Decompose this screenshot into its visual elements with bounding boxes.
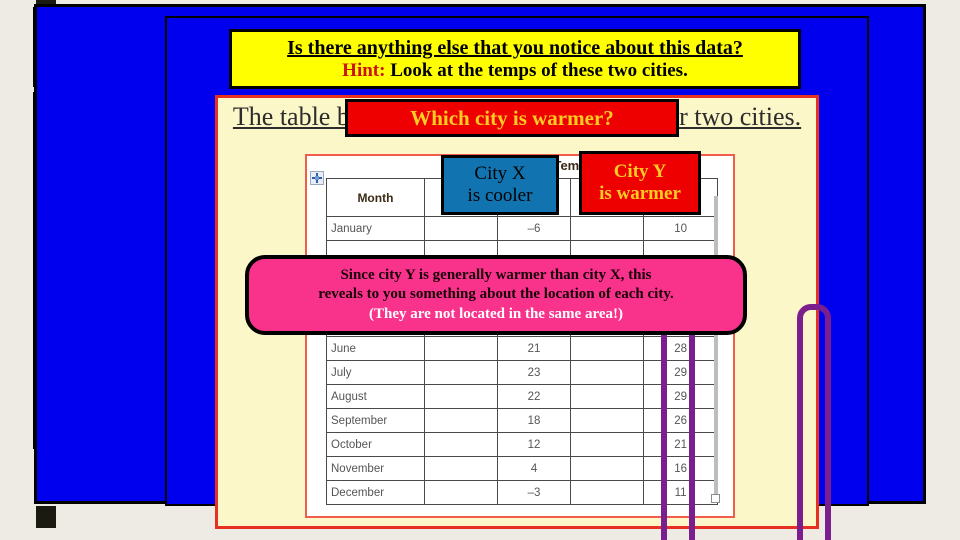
cell-city-y: 29	[643, 384, 718, 409]
cell-month: October	[326, 432, 425, 457]
cell-spacer	[423, 216, 498, 241]
cell-city-y: 10	[643, 216, 718, 241]
table-row: July 23 29	[326, 360, 718, 385]
cell-spacer	[570, 432, 645, 457]
callout-city-x: City X is cooler	[441, 155, 559, 215]
cell-spacer	[423, 360, 498, 385]
callout-city-y-line2: is warmer	[599, 183, 681, 204]
cell-city-y: 11	[643, 480, 718, 505]
slide-frame: (2) Look at the way the data is displaye…	[34, 4, 926, 540]
move-handle-icon[interactable]	[310, 171, 324, 185]
cell-spacer	[570, 480, 645, 505]
hint-label: Hint:	[342, 59, 386, 81]
hint-text: Look at the temps of these two cities.	[390, 59, 688, 81]
cell-city-y: 21	[643, 432, 718, 457]
cell-month: December	[326, 480, 425, 505]
cell-city-x: 21	[496, 336, 572, 361]
cell-city-x: 12	[496, 432, 572, 457]
conclusion-callout: Since city Y is generally warmer than ci…	[245, 255, 747, 335]
cell-city-y: 16	[643, 456, 718, 481]
callout-city-x-line2: is cooler	[467, 185, 533, 206]
cell-city-x: 18	[496, 408, 572, 433]
notice-question-text: Is there anything else that you notice a…	[287, 36, 743, 59]
callout-city-y: City Y is warmer	[579, 151, 701, 215]
cell-spacer	[570, 456, 645, 481]
table-row: June 21 28	[326, 336, 718, 361]
cell-month: August	[326, 384, 425, 409]
table-row: November 4 16	[326, 456, 718, 481]
cell-city-x: –6	[496, 216, 572, 241]
table-row: September 18 26	[326, 408, 718, 433]
question-banner-notice: Is there anything else that you notice a…	[229, 29, 801, 89]
cell-spacer	[570, 384, 645, 409]
conclusion-line-3: (They are not located in the same area!)	[369, 305, 623, 322]
cell-spacer	[423, 408, 498, 433]
cell-city-x: 22	[496, 384, 572, 409]
cell-city-y: 26	[643, 408, 718, 433]
table-row: August 22 29	[326, 384, 718, 409]
cell-month: September	[326, 408, 425, 433]
temperature-table: Month T T January –6 10	[326, 178, 718, 505]
cell-city-y: 29	[643, 360, 718, 385]
cell-city-y: 28	[643, 336, 718, 361]
conclusion-line-2: reveals to you something about the locat…	[318, 286, 674, 303]
table-row: October 12 21	[326, 432, 718, 457]
table-row: December –3 11	[326, 480, 718, 505]
cell-city-x: –3	[496, 480, 572, 505]
column-header-month: Month	[326, 178, 425, 217]
table-row: January –6 10	[326, 216, 718, 241]
decor-nub-bottom	[36, 506, 56, 528]
cell-month: January	[326, 216, 425, 241]
cell-city-x: 4	[496, 456, 572, 481]
cell-spacer	[423, 456, 498, 481]
resize-handle[interactable]	[711, 494, 720, 503]
cell-month: November	[326, 456, 425, 481]
callout-city-x-line1: City X	[474, 162, 526, 184]
slide-canvas: (2) Look at the way the data is displaye…	[0, 0, 960, 540]
notice-hint-line: Hint: Look at the temps of these two cit…	[342, 60, 688, 82]
cell-spacer	[570, 336, 645, 361]
cell-spacer	[423, 384, 498, 409]
conclusion-line-1: Since city Y is generally warmer than ci…	[340, 266, 652, 283]
cell-spacer	[570, 408, 645, 433]
cell-month: June	[326, 336, 425, 361]
cell-month: July	[326, 360, 425, 385]
sheet-right-edge	[714, 196, 718, 496]
question-banner-warmer: Which city is warmer?	[345, 99, 679, 137]
callout-city-y-line1: City Y	[613, 160, 667, 182]
cell-spacer	[570, 216, 645, 241]
cell-spacer	[423, 432, 498, 457]
cell-spacer	[423, 480, 498, 505]
cell-spacer	[423, 336, 498, 361]
cell-city-x: 23	[496, 360, 572, 385]
question-banner-text: Which city is warmer?	[410, 105, 614, 130]
cell-spacer	[570, 360, 645, 385]
